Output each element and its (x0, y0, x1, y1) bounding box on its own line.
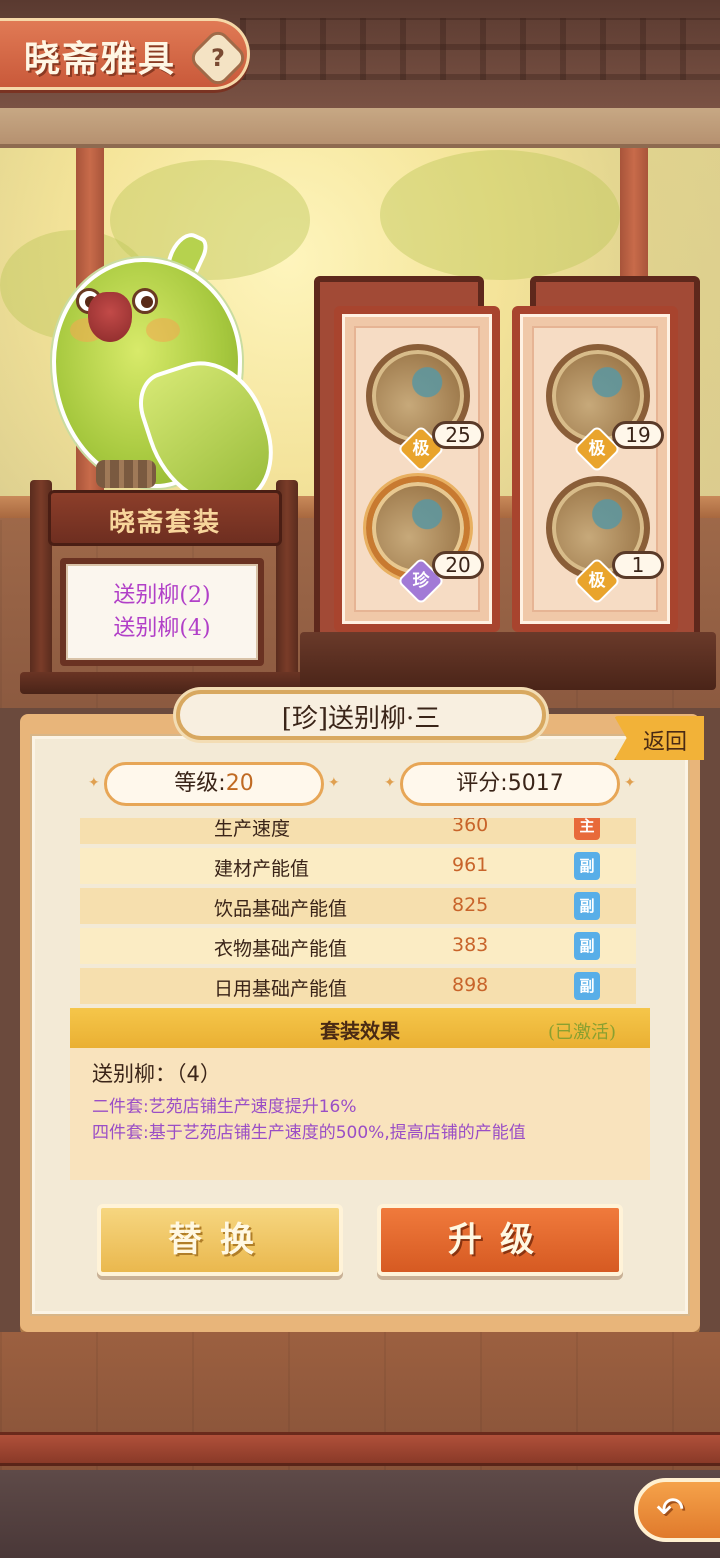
set-effect-status: (已激活) (548, 1022, 617, 1043)
parrot-eye (132, 288, 158, 314)
grade-label: 珍 (412, 571, 430, 591)
parrot-beak (88, 292, 132, 342)
bottom-deck (0, 1470, 720, 1558)
attribute-value: 961 (452, 854, 489, 876)
score-label: 评分: (456, 771, 508, 796)
set-name: 送别柳：（4） (92, 1062, 221, 1086)
grade-label: 极 (588, 439, 606, 459)
replace-button[interactable]: 替换 (97, 1204, 343, 1276)
page-title: 晓斋雅具 (24, 38, 177, 80)
level-value: 20 (225, 771, 254, 796)
parrot-feet (96, 460, 156, 488)
suit-list-card[interactable]: 送别柳(2) 送别柳(4) (60, 558, 264, 666)
star-decoration: ✦ (384, 775, 396, 791)
item-level: 1 (612, 551, 664, 579)
star-decoration: ✦ (328, 775, 340, 791)
attribute-row: 建材产能值 961 副 (80, 848, 636, 884)
main-attr-tag: 主 (574, 818, 600, 840)
attribute-value: 825 (452, 894, 489, 916)
grade-label: 极 (588, 571, 606, 591)
attribute-row: 生产速度 360 主 (80, 818, 636, 844)
set-two-piece-effect: 二件套:艺苑店铺生产速度提升16% (92, 1097, 357, 1117)
set-four-piece-effect: 四件套:基于艺苑店铺生产速度的500%,提高店铺的产能值 (92, 1123, 526, 1143)
attribute-name: 衣物基础产能值 (214, 938, 348, 960)
sub-attr-tag: 副 (574, 932, 600, 960)
help-icon: ? (211, 44, 225, 72)
return-arrow-icon[interactable]: ↶ (656, 1490, 685, 1530)
item-name: [珍]送别柳·三 (281, 704, 441, 734)
score-value: 5017 (507, 771, 564, 796)
star-decoration: ✦ (88, 775, 100, 791)
bottom-rail (0, 1432, 720, 1466)
attribute-name: 建材产能值 (214, 858, 310, 880)
upgrade-button[interactable]: 升级 (377, 1204, 623, 1276)
suit-list-item[interactable]: 送别柳(4) (113, 612, 210, 645)
attribute-name: 生产速度 (214, 818, 291, 840)
score-chip: 评分:5017 (400, 762, 620, 806)
attribute-value: 898 (452, 974, 489, 996)
ceiling-beam (0, 108, 720, 148)
item-level: 19 (612, 421, 664, 449)
screen-base (300, 632, 716, 690)
attribute-name: 饮品基础产能值 (214, 898, 348, 920)
back-label[interactable]: 返回 (630, 724, 700, 756)
star-decoration: ✦ (624, 775, 636, 791)
suit-list-item[interactable]: 送别柳(2) (113, 579, 210, 612)
attribute-row: 衣物基础产能值 383 副 (80, 928, 636, 964)
attribute-value: 383 (452, 934, 489, 956)
sub-attr-tag: 副 (574, 972, 600, 1000)
attribute-row: 日用基础产能值 898 副 (80, 968, 636, 1004)
foliage-decoration (380, 150, 620, 280)
suit-sign-title: 晓斋套装 (108, 508, 221, 538)
sub-attr-tag: 副 (574, 892, 600, 920)
attribute-row: 饮品基础产能值 825 副 (80, 888, 636, 924)
attribute-list[interactable]: 生产速度 360 主 建材产能值 961 副 饮品基础产能值 825 副 衣物基… (80, 818, 636, 1004)
lattice-decoration (240, 18, 720, 80)
level-chip: 等级:20 (104, 762, 324, 806)
attribute-name: 日用基础产能值 (214, 978, 348, 1000)
attribute-value: 360 (452, 818, 489, 836)
item-level: 20 (432, 551, 484, 579)
sub-attr-tag: 副 (574, 852, 600, 880)
level-label: 等级: (174, 771, 226, 796)
item-level: 25 (432, 421, 484, 449)
parrot-cheek (146, 318, 180, 342)
